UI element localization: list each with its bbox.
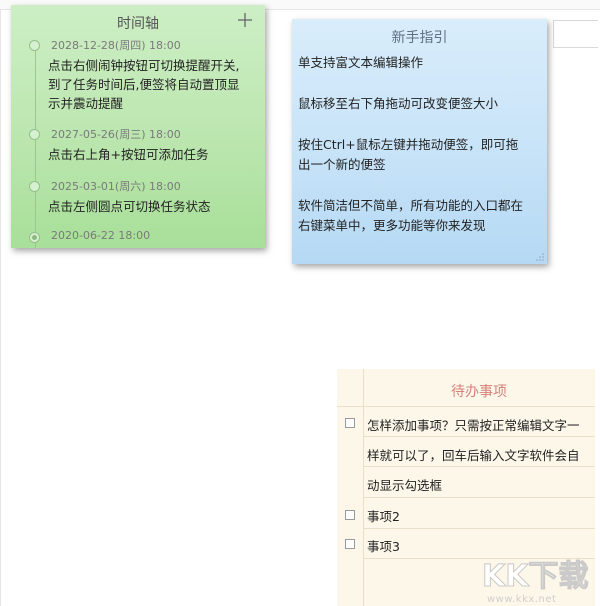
- guide-text-line: 按住Ctrl+鼠标左键并拖动便签，即可拖: [298, 137, 519, 152]
- kk-logo-watermark: KK下载: [482, 559, 590, 595]
- timeline-axis: [35, 43, 36, 248]
- timeline-text: 点击右上角+按钮可添加任务: [48, 145, 253, 164]
- guide-text-line: 鼠标移至右下角拖动可改变便签大小: [298, 96, 499, 111]
- resize-grip-icon[interactable]: [536, 253, 544, 261]
- todo-note-title: 待办事项: [451, 384, 507, 400]
- timeline-text-line: 示并震动提醒: [48, 96, 124, 111]
- task-status-dot[interactable]: [29, 129, 40, 140]
- todo-note[interactable]: 待办事项 怎样添加事项？只需按正常编辑文字一 样就可以了，回车后输入文字软件会自…: [337, 369, 595, 606]
- timeline-text-line: 点击左侧圆点可切换任务状态: [48, 199, 211, 214]
- guide-text-line: 出一个新的便签: [298, 157, 386, 172]
- todo-item-text[interactable]: 事项2: [367, 506, 589, 525]
- todo-header-divider: [337, 406, 595, 407]
- timeline-date: 2025-03-01(周六) 18:00: [51, 180, 181, 193]
- timeline-date: 2027-05-26(周三) 18:00: [51, 128, 181, 141]
- task-status-dot[interactable]: [29, 181, 40, 192]
- guide-text-line: 单支持富文本编辑操作: [298, 55, 424, 70]
- todo-item-text[interactable]: 怎样添加事项？只需按正常编辑文字一: [367, 415, 589, 434]
- timeline-text: 点击右侧闹钟按钮可切换提醒开关, 到了任务时间后,便签将自动置顶显 示并震动提醒: [48, 56, 253, 113]
- guide-note-title: 新手指引: [391, 30, 448, 46]
- todo-row-divider: [363, 436, 595, 437]
- timeline-text-line: 点击右上角+按钮可添加任务: [48, 147, 209, 162]
- task-status-dot[interactable]: [29, 40, 40, 51]
- timeline-date: 2020-06-22 18:00: [51, 229, 151, 242]
- timeline-note-title: 时间轴: [117, 16, 159, 32]
- timeline-note[interactable]: 时间轴 2028-12-28(周四) 18:00 点击右侧闹钟按钮可切换提醒开关…: [11, 5, 265, 248]
- watermark-url: www.kkx.net: [487, 594, 557, 605]
- background-window-left-border: [0, 9, 1, 606]
- plus-icon[interactable]: [237, 12, 253, 28]
- todo-row-divider: [363, 466, 595, 467]
- todo-item-text[interactable]: 样就可以了，回车后输入文字软件会自: [367, 445, 589, 464]
- todo-checkbox[interactable]: [345, 418, 355, 428]
- timeline-date: 2028-12-28(周四) 18:00: [51, 39, 181, 52]
- todo-item-text[interactable]: 事项3: [367, 536, 589, 555]
- todo-margin-line: [363, 369, 364, 606]
- task-status-dot[interactable]: [29, 232, 40, 243]
- todo-row-divider: [363, 497, 595, 498]
- todo-checkbox[interactable]: [345, 539, 355, 549]
- timeline-text-line: 到了任务时间后,便签将自动置顶显: [48, 77, 240, 92]
- timeline-text-line: 点击右侧闹钟按钮可切换提醒开关,: [48, 58, 240, 73]
- todo-row-divider: [363, 528, 595, 529]
- background-window-input[interactable]: [553, 20, 598, 48]
- todo-item-text[interactable]: 动显示勾选框: [367, 475, 589, 494]
- watermark-logo-text: KK下载: [482, 559, 589, 594]
- guide-text-line: 软件简洁但不简单，所有功能的入口都在: [298, 198, 524, 213]
- timeline-text: 点击左侧圆点可切换任务状态: [48, 197, 253, 216]
- guide-text-line: 右键菜单中，更多功能等你来发现: [298, 218, 486, 233]
- todo-checkbox[interactable]: [345, 510, 355, 520]
- guide-note[interactable]: 新手指引 单支持富文本编辑操作 鼠标移至右下角拖动可改变便签大小 按住Ctrl+…: [292, 19, 547, 264]
